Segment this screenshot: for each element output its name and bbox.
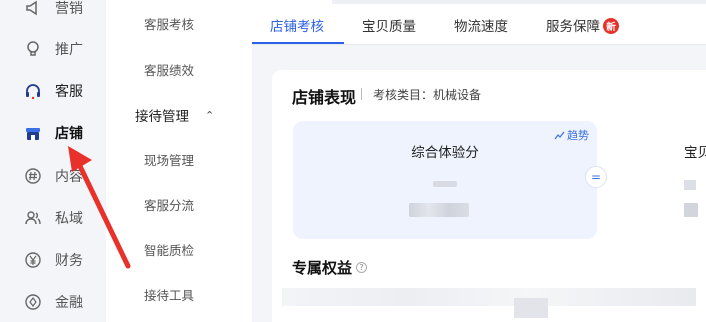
sidebar-item-marketing[interactable]: 营销	[22, 0, 83, 19]
submenu-item-onsite[interactable]: 现场管理	[144, 150, 194, 169]
tab-logistics-speed[interactable]: 物流速度	[454, 15, 508, 35]
tab-store-assessment[interactable]: 店铺考核	[270, 15, 324, 35]
chevron-up-icon: ⌃	[205, 108, 215, 122]
tab-label: 服务保障	[546, 19, 600, 35]
submenu-group-label: 接待管理	[135, 109, 189, 125]
active-tab-indicator	[252, 42, 344, 44]
metric-title: 综合体验分	[411, 145, 479, 161]
new-badge: 新	[603, 18, 619, 34]
tab-service-guarantee[interactable]: 服务保障新	[546, 15, 619, 35]
annotation-arrow	[68, 146, 131, 269]
store-icon	[22, 122, 44, 144]
sidebar-item-label: 营销	[55, 1, 83, 17]
finance-icon	[22, 291, 44, 313]
tab-bar: 店铺考核 宝贝质量 物流速度 服务保障新	[252, 0, 706, 45]
sidebar-item-label: 客服	[55, 84, 83, 100]
submenu-item-cs-performance[interactable]: 客服绩效	[144, 60, 194, 79]
blurred-value	[684, 203, 698, 217]
blurred-row	[282, 288, 696, 306]
section-title: 专属权益	[292, 259, 353, 277]
trend-icon	[554, 131, 565, 139]
blurred-value	[433, 181, 457, 187]
sidebar-item-customer-service[interactable]: 客服	[22, 80, 83, 102]
help-icon[interactable]: ?	[356, 262, 368, 273]
submenu-item-diversion[interactable]: 客服分流	[144, 195, 194, 214]
equals-icon: =	[585, 166, 607, 188]
megaphone-icon	[22, 0, 44, 19]
top-strip	[332, 0, 706, 4]
blurred-value	[684, 180, 696, 190]
submenu-item-quality-check[interactable]: 智能质检	[144, 240, 194, 259]
bulb-icon	[22, 38, 44, 60]
headset-icon	[22, 80, 44, 102]
people-icon	[22, 207, 44, 229]
submenu-group-reception[interactable]: 接待管理 ⌃	[135, 105, 215, 126]
card-title: 店铺表现	[292, 88, 357, 107]
divider	[361, 88, 362, 100]
assessment-category: 考核类目：机械设备	[373, 88, 482, 102]
sidebar-item-label: 推广	[55, 42, 83, 58]
overall-score-panel: 趋势 综合体验分	[293, 121, 597, 239]
sidebar-item-label: 金融	[55, 295, 83, 311]
store-performance-card: 店铺表现 考核类目：机械设备 趋势 综合体验分 = 宝贝 专属权益 ?	[272, 70, 706, 322]
metric-title-2: 宝贝	[684, 145, 706, 161]
tab-item-quality[interactable]: 宝贝质量	[362, 15, 416, 35]
hashtag-icon	[22, 165, 44, 187]
main-content: 店铺考核 宝贝质量 物流速度 服务保障新 店铺表现 考核类目：机械设备 趋势 综…	[252, 0, 706, 322]
yen-icon	[22, 249, 44, 271]
blurred-value	[514, 298, 548, 318]
blurred-value	[409, 203, 469, 217]
submenu-item-cs-assessment[interactable]: 客服考核	[144, 14, 194, 33]
submenu-item-reception-tools[interactable]: 接待工具	[144, 285, 194, 304]
exclusive-benefits-title: 专属权益 ?	[292, 257, 368, 278]
sidebar-item-promotion[interactable]: 推广	[22, 38, 83, 60]
sidebar-item-banking[interactable]: 金融	[22, 291, 83, 313]
